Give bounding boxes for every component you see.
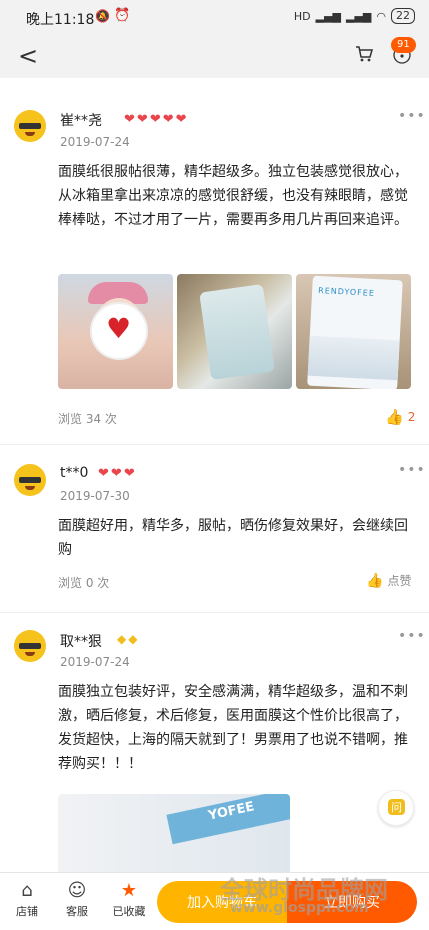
view-count: 浏览 34 次: [58, 412, 117, 426]
heart-icon: ❤: [123, 466, 135, 481]
review-text: 面膜超好用，精华多，服帖，晒伤修复效果好，会继续回购: [58, 518, 408, 558]
heart-icon: ❤: [110, 466, 122, 481]
view-count: 浏览 0 次: [58, 576, 110, 590]
wifi-icon: ◠: [376, 9, 386, 23]
avatar[interactable]: [14, 110, 46, 142]
like-count: 2: [407, 410, 416, 424]
review-card: 取**狠 ◆ ◆ ••• 2019-07-24 面膜独立包装好评，安全感满满，精华…: [0, 626, 429, 874]
review-photos: ♥ RENDYOFEE: [58, 274, 411, 389]
diamond-icon: ◆: [117, 632, 127, 646]
signal-icon: ▂▄▆: [315, 9, 341, 23]
heart-icon: ❤: [98, 466, 109, 481]
review-card: 崔**尧 ❤ ❤ ❤ ❤ ❤ ••• 2019-07-24 面膜纸很服帖很薄，精华超级多…: [0, 100, 429, 430]
more-options-icon[interactable]: •••: [398, 462, 426, 478]
rating-hearts: ❤ ❤ ❤: [98, 466, 135, 481]
hd-label: HD: [293, 9, 311, 23]
alarm-icon: ⏰: [114, 8, 131, 23]
review-date: 2019-07-24: [60, 135, 130, 149]
like-label: 点赞: [387, 574, 412, 588]
nav-bar: < 91: [0, 34, 429, 78]
signal-icon-2: ▂▄▆: [346, 9, 372, 23]
status-time: 晚上11:18: [26, 12, 95, 28]
review-card: t**0 ❤ ❤ ❤ ••• 2019-07-30 面膜超好用，精华多，服帖，晒伤修…: [0, 460, 429, 600]
reviewer-name: t**0: [60, 465, 89, 481]
review-date: 2019-07-24: [60, 655, 130, 669]
review-photo[interactable]: [177, 274, 292, 389]
heart-icon: ❤: [175, 112, 187, 127]
product-brand: RENDYOFEE: [317, 286, 376, 298]
thumbs-up-icon: 👍: [366, 572, 384, 589]
customer-service-button[interactable]: ☺ 客服: [52, 879, 102, 919]
heart-icon: ❤: [124, 112, 135, 127]
store-label: 店铺: [16, 905, 38, 918]
more-options-icon[interactable]: •••: [398, 108, 426, 124]
heart-icon: ❤: [149, 112, 161, 127]
star-icon: ★: [120, 880, 138, 901]
status-bar: 晚上11:18 🔕 ⏰ HD ▂▄▆ ▂▄▆ ◠ 22: [0, 0, 429, 34]
more-options-icon[interactable]: •••: [398, 628, 426, 644]
mute-bell-icon: 🔕: [95, 9, 110, 23]
battery-icon: 22: [391, 8, 415, 24]
divider: [0, 612, 429, 613]
rating-hearts: ❤ ❤ ❤ ❤ ❤: [124, 112, 187, 127]
review-text: 面膜独立包装好评，安全感满满，精华超级多，温和不刺激，晒后修复，术后修复，医用面…: [58, 684, 408, 772]
ask-question-button[interactable]: 问: [378, 790, 414, 826]
service-label: 客服: [66, 905, 88, 918]
avatar[interactable]: [14, 464, 46, 496]
store-button[interactable]: ⌂ 店铺: [2, 879, 52, 919]
cart-icon[interactable]: [354, 44, 374, 64]
heart-icon: ♥: [106, 312, 132, 345]
diamond-icon: ◆: [128, 632, 138, 646]
reviewer-name: 崔**尧: [60, 113, 102, 129]
heart-icon: ❤: [162, 112, 174, 127]
review-photo[interactable]: RENDYOFEE: [296, 274, 411, 389]
thumbs-up-icon: 👍: [385, 408, 404, 426]
store-icon: ⌂: [21, 880, 33, 901]
message-badge: 91: [391, 37, 416, 53]
service-icon: ☺: [67, 880, 87, 901]
divider: [0, 444, 429, 445]
question-icon: 问: [388, 799, 405, 815]
avatar[interactable]: [14, 630, 46, 662]
status-indicators: HD ▂▄▆ ▂▄▆ ◠ 22: [294, 8, 415, 24]
review-date: 2019-07-30: [60, 489, 130, 503]
rating-diamonds: ◆ ◆: [117, 632, 137, 646]
back-icon[interactable]: <: [18, 42, 38, 70]
review-photo[interactable]: YOFEE: [58, 794, 290, 874]
like-button[interactable]: 👍 2: [385, 408, 415, 426]
watermark-url: www.glosppr.com: [230, 900, 369, 916]
heart-icon: ❤: [136, 112, 148, 127]
review-text: 面膜纸很服帖很薄，精华超级多。独立包装感觉很放心，从冰箱里拿出来凉凉的感觉很舒缓…: [58, 164, 408, 228]
favorite-label: 已收藏: [112, 905, 146, 918]
review-photo[interactable]: ♥: [58, 274, 173, 389]
reviewer-name: 取**狠: [60, 634, 102, 650]
like-button[interactable]: 👍 点赞: [366, 572, 411, 589]
favorite-button[interactable]: ★ 已收藏: [104, 879, 154, 919]
